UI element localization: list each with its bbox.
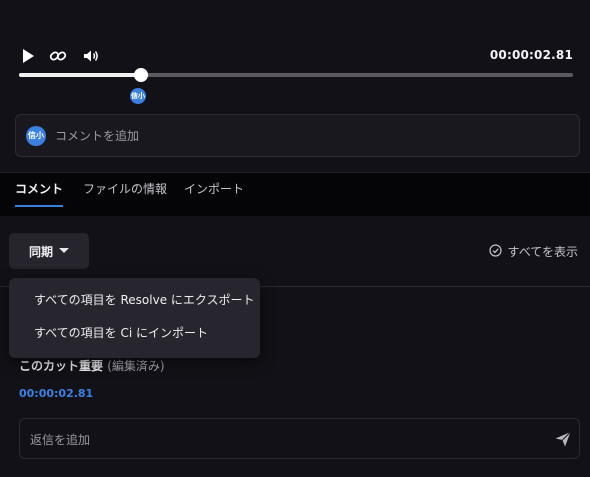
volume-icon[interactable] <box>82 47 100 65</box>
add-comment-field[interactable]: 信小 コメントを追加 <box>15 114 580 157</box>
comment-timecode-link[interactable]: 00:00:02.81 <box>19 387 93 400</box>
menu-item-import-ci[interactable]: すべての項目を Ci にインポート <box>34 322 208 344</box>
check-circle-icon <box>489 244 502 257</box>
video-player-controls: 00:00:02.81 信小 信小 コメントを追加 <box>0 0 590 172</box>
comment-edited-label: (編集済み) <box>107 359 165 373</box>
active-tab-indicator <box>15 205 63 207</box>
comments-panel: 同期 すべてを表示 このカット重要 (編集済み) 00:00:02.81 返信を… <box>0 216 590 477</box>
add-comment-placeholder: コメントを追加 <box>55 129 140 143</box>
play-icon[interactable] <box>19 47 37 65</box>
reply-input[interactable]: 返信を追加 <box>19 418 580 459</box>
comment-marker-avatar[interactable]: 信小 <box>130 88 146 104</box>
avatar: 信小 <box>26 126 46 146</box>
comment-body: このカット重要 <box>19 359 104 373</box>
menu-item-export-resolve[interactable]: すべての項目を Resolve にエクスポート <box>34 289 255 311</box>
tab-import[interactable]: インポート <box>184 181 244 209</box>
timeline-progress <box>19 73 141 77</box>
timeline-scrubber[interactable] <box>19 73 573 77</box>
comment-text: このカット重要 (編集済み) <box>19 357 165 374</box>
chevron-down-icon <box>59 248 69 253</box>
sync-button[interactable]: 同期 <box>9 233 89 269</box>
reply-placeholder: 返信を追加 <box>30 433 91 447</box>
scrubber-handle[interactable] <box>133 68 148 82</box>
tab-file-info[interactable]: ファイルの情報 <box>83 181 167 209</box>
current-timecode: 00:00:02.81 <box>489 48 573 62</box>
tab-bar: コメント ファイルの情報 インポート <box>0 172 590 216</box>
show-all-button[interactable]: すべてを表示 <box>508 243 578 260</box>
link-icon[interactable] <box>49 47 67 65</box>
sync-button-label: 同期 <box>29 245 54 259</box>
sync-dropdown-menu: すべての項目を Resolve にエクスポート すべての項目を Ci にインポー… <box>9 278 260 358</box>
send-icon[interactable] <box>554 430 572 448</box>
